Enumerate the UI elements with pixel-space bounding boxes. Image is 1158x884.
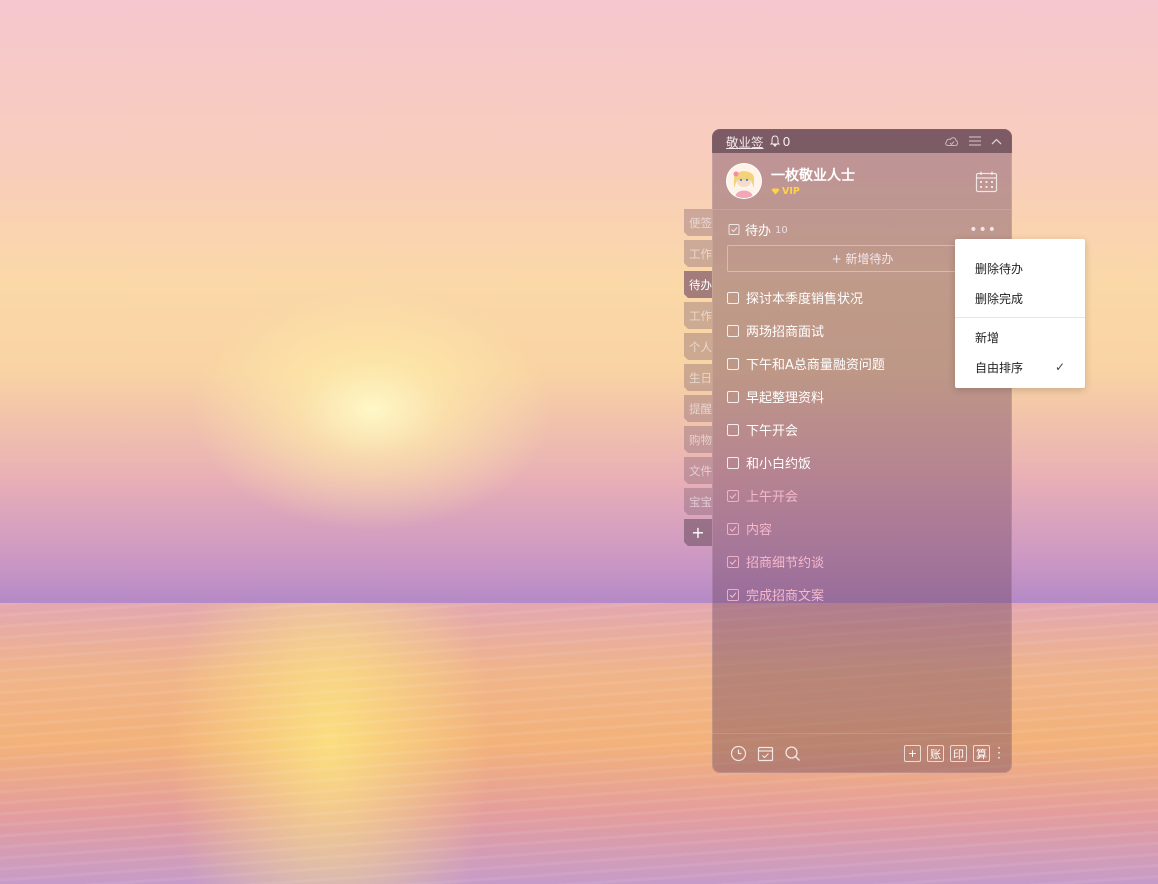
context-menu: 删除待办 删除完成 新增 自由排序 ✓ — [955, 239, 1085, 388]
vertical-more-icon[interactable]: · · · — [996, 742, 1002, 764]
diamond-icon — [771, 188, 780, 195]
section-title: 待办 — [745, 224, 772, 239]
user-name: 一枚敬业人士 — [771, 168, 855, 184]
menu-item-delete-done[interactable]: 删除完成 — [955, 283, 1085, 313]
bell-icon — [769, 135, 780, 147]
tab-baby[interactable]: 宝宝 — [684, 488, 712, 515]
vip-badge[interactable]: VIP — [771, 186, 855, 197]
menu-icon[interactable] — [969, 136, 981, 146]
tab-shopping[interactable]: 购物 — [684, 426, 712, 453]
todo-text: 和小白约饭 — [746, 457, 812, 472]
menu-item-add[interactable]: 新增 — [955, 322, 1085, 352]
todo-item-done[interactable]: 内容 — [712, 512, 1012, 545]
menu-item-free-sort[interactable]: 自由排序 ✓ — [955, 352, 1085, 382]
avatar[interactable] — [726, 163, 762, 199]
category-tabs: 便签 工作 待办 工作 个人 生日 提醒 购物 文件 宝宝 + — [684, 209, 712, 550]
todo-checkbox[interactable] — [727, 423, 739, 436]
todo-checkbox[interactable] — [727, 357, 739, 370]
tab-notes[interactable]: 便签 — [684, 209, 712, 236]
app-title[interactable]: 敬业签 — [726, 132, 764, 151]
tab-reminder[interactable]: 提醒 — [684, 395, 712, 422]
todo-text: 下午开会 — [746, 424, 799, 439]
vip-label: VIP — [782, 186, 800, 197]
title-bar[interactable]: 敬业签 0 — [712, 129, 1012, 153]
search-icon[interactable] — [784, 745, 801, 762]
todo-checkbox-checked[interactable] — [727, 588, 739, 601]
bottom-toolbar: + 账 印 算 · · · — [712, 733, 1012, 773]
print-button[interactable]: 印 — [950, 745, 967, 762]
clock-icon[interactable] — [730, 745, 747, 762]
tab-work[interactable]: 工作 — [684, 240, 712, 267]
menu-label: 新增 — [975, 330, 1000, 345]
todo-text: 下午和A总商量融资问题 — [746, 358, 885, 373]
todo-checkbox[interactable] — [727, 324, 739, 337]
todo-checkbox-checked[interactable] — [727, 555, 739, 568]
todo-checkbox[interactable] — [727, 291, 739, 304]
more-options-button[interactable]: ••• — [969, 222, 997, 238]
reminder-indicator[interactable]: 0 — [769, 133, 791, 149]
todo-text: 完成招商文案 — [746, 589, 825, 604]
todo-item-done[interactable]: 完成招商文案 — [712, 578, 1012, 611]
todo-item[interactable]: 下午开会 — [712, 413, 1012, 446]
calendar-check-icon[interactable] — [757, 745, 774, 762]
menu-label: 删除完成 — [975, 291, 1024, 306]
tab-work-2[interactable]: 工作 — [684, 302, 712, 329]
todo-text: 早起整理资料 — [746, 391, 825, 406]
todo-count: 10 — [775, 225, 788, 236]
todo-checkbox[interactable] — [727, 390, 739, 403]
todo-section-header: 待办 10 ••• — [712, 210, 1012, 239]
menu-divider — [955, 317, 1085, 318]
tab-birthday[interactable]: 生日 — [684, 364, 712, 391]
todo-item[interactable]: 和小白约饭 — [712, 446, 1012, 479]
menu-label: 删除待办 — [975, 261, 1024, 276]
add-tab-button[interactable]: + — [684, 519, 712, 546]
todo-checkbox[interactable] — [727, 456, 739, 469]
cloud-sync-icon[interactable] — [944, 136, 959, 147]
tab-personal[interactable]: 个人 — [684, 333, 712, 360]
menu-label: 自由排序 — [975, 360, 1024, 375]
todo-text: 两场招商面试 — [746, 325, 825, 340]
note-widget: 敬业签 0 一枚敬业人士 VIP 待办 10 ••• + 新增待办 探讨本季度销… — [712, 129, 1012, 773]
quick-add-button[interactable]: + — [904, 745, 921, 762]
todo-text: 上午开会 — [746, 490, 799, 505]
todo-check-icon — [728, 223, 741, 236]
tab-files[interactable]: 文件 — [684, 457, 712, 484]
check-icon: ✓ — [1054, 360, 1065, 374]
chevron-up-icon[interactable] — [991, 138, 1002, 145]
reminder-count: 0 — [782, 133, 791, 149]
todo-text: 探讨本季度销售状况 — [746, 292, 864, 307]
todo-item-done[interactable]: 招商细节约谈 — [712, 545, 1012, 578]
tab-todo[interactable]: 待办 — [684, 271, 712, 298]
calendar-icon[interactable] — [975, 170, 998, 193]
calculator-button[interactable]: 算 — [973, 745, 990, 762]
todo-item-done[interactable]: 上午开会 — [712, 479, 1012, 512]
todo-checkbox-checked[interactable] — [727, 522, 739, 535]
user-profile: 一枚敬业人士 VIP — [712, 153, 1012, 210]
menu-item-delete-todo[interactable]: 删除待办 — [955, 253, 1085, 283]
todo-text: 内容 — [746, 523, 773, 538]
todo-checkbox-checked[interactable] — [727, 489, 739, 502]
ledger-button[interactable]: 账 — [927, 745, 944, 762]
todo-text: 招商细节约谈 — [746, 556, 825, 571]
